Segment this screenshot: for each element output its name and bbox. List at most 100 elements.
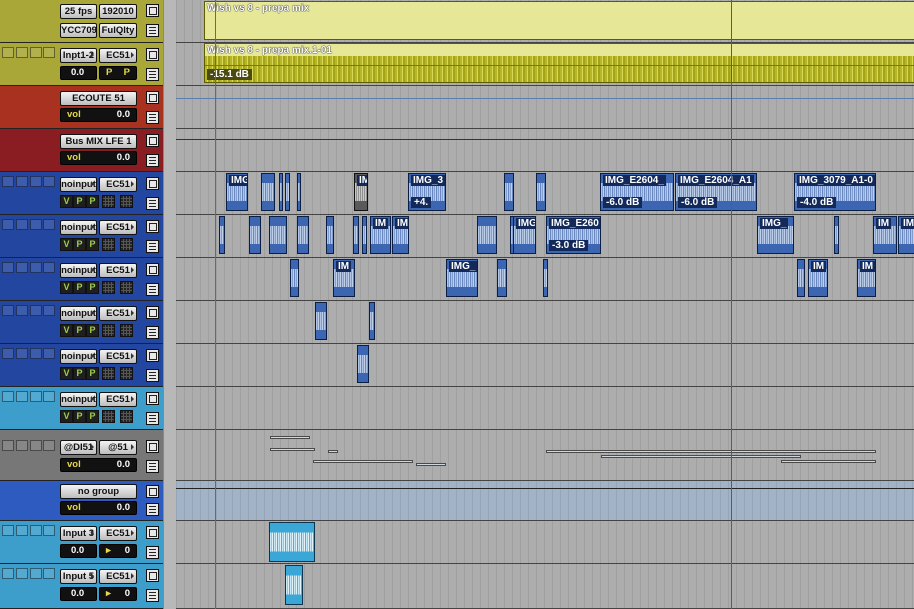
record-icon[interactable] [2, 348, 14, 359]
output-selector[interactable]: EC51 [99, 392, 137, 407]
mute-icon[interactable] [43, 176, 55, 187]
record-icon[interactable] [2, 219, 14, 230]
track-timeline[interactable]: IM IM IMG IMG_E260 -3.0 dB IMG_ IM IM [176, 215, 914, 258]
audio-region[interactable] [362, 216, 367, 254]
audio-region[interactable]: IMG_3 +4. [408, 173, 446, 211]
record-icon[interactable] [2, 391, 14, 402]
voice-button[interactable]: V [60, 324, 73, 337]
audio-region[interactable]: IMG [226, 173, 248, 211]
automation-segment[interactable] [328, 450, 338, 453]
solo-icon[interactable] [30, 391, 42, 402]
automation-segment[interactable] [601, 455, 801, 458]
audio-region[interactable]: IMG_E2604_ -6.0 dB [600, 173, 674, 211]
track-list-icon[interactable] [146, 154, 159, 167]
track-timeline[interactable] [176, 387, 914, 430]
group-selector[interactable]: no group [60, 484, 137, 499]
track-list-icon[interactable] [146, 240, 159, 253]
input-selector[interactable]: noinput [60, 349, 97, 364]
audio-region[interactable] [543, 259, 548, 297]
audio-region[interactable] [279, 173, 283, 211]
volume-value[interactable]: 0.0 [60, 544, 97, 558]
audio-region[interactable] [326, 216, 334, 254]
output-selector[interactable]: @51 [99, 440, 137, 455]
audio-region[interactable] [269, 522, 315, 562]
frame-rate-button[interactable]: 25 fps [60, 4, 97, 19]
track-option-icon[interactable] [146, 349, 159, 362]
audio-region[interactable] [315, 302, 327, 340]
input-monitor-icon[interactable] [16, 391, 28, 402]
track-option-icon[interactable] [146, 526, 159, 539]
track-timeline[interactable]: IM IMG_ IM IM [176, 258, 914, 301]
track-option-icon[interactable] [146, 177, 159, 190]
voice-button[interactable]: V [60, 367, 73, 380]
solo-icon[interactable] [30, 525, 42, 536]
grid-icon[interactable] [120, 281, 133, 294]
video-clip[interactable]: Wish vs 8 - prepa mix [204, 1, 914, 40]
solo-icon[interactable] [30, 440, 42, 451]
input-monitor-icon[interactable] [16, 305, 28, 316]
audio-region[interactable] [477, 216, 497, 254]
input-selector[interactable]: noinput [60, 220, 97, 235]
audio-region[interactable]: IM [370, 216, 391, 254]
track-list-icon[interactable] [146, 460, 159, 473]
mute-icon[interactable] [43, 219, 55, 230]
record-icon[interactable] [2, 47, 14, 58]
output-selector[interactable]: EC51 [99, 569, 137, 584]
p1-button[interactable]: P [73, 410, 86, 423]
audio-region[interactable]: IMG_E2604_A1 -6.0 dB [675, 173, 757, 211]
audio-region[interactable] [297, 173, 301, 211]
timecode-button[interactable]: 192010 [99, 4, 137, 19]
track-timeline[interactable] [176, 344, 914, 387]
input-selector[interactable]: noinput [60, 263, 97, 278]
track-list-icon[interactable] [146, 589, 159, 602]
track-name-button[interactable]: Bus MIX LFE 1 [60, 134, 137, 149]
grid-icon[interactable] [120, 410, 133, 423]
volume-display[interactable]: vol 0.0 [60, 151, 137, 165]
audio-region[interactable]: IMG [513, 216, 536, 254]
audio-region[interactable]: IM [808, 259, 828, 297]
track-option-icon[interactable] [146, 485, 159, 498]
audio-region[interactable]: IMG_3079_A1-0 -4.0 dB [794, 173, 876, 211]
playhead-cursor[interactable] [215, 0, 216, 609]
track-timeline[interactable] [176, 430, 914, 481]
volume-display[interactable]: vol 0.0 [60, 501, 137, 515]
p1-button[interactable]: P [73, 195, 86, 208]
voice-button[interactable]: V [60, 195, 73, 208]
track-list-icon[interactable] [146, 197, 159, 210]
volume-value[interactable]: 0.0 [60, 66, 97, 80]
track-option-icon[interactable] [146, 440, 159, 453]
record-icon[interactable] [2, 568, 14, 579]
track-option-icon[interactable] [146, 220, 159, 233]
track-option-icon[interactable] [146, 306, 159, 319]
audio-region[interactable]: IM [857, 259, 876, 297]
input-selector[interactable]: Inpt1-2 [60, 48, 97, 63]
record-icon[interactable] [2, 440, 14, 451]
pan-values[interactable]: P P [99, 66, 137, 80]
p1-button[interactable]: P [73, 367, 86, 380]
automation-segment[interactable] [270, 448, 315, 451]
p2-button[interactable]: P [86, 195, 99, 208]
audio-region[interactable]: IM [354, 173, 368, 211]
p1-button[interactable]: P [73, 324, 86, 337]
audio-region[interactable] [504, 173, 514, 211]
audio-region[interactable]: IMG_ [446, 259, 478, 297]
p1-button[interactable]: P [73, 238, 86, 251]
audio-region[interactable]: IMG_ [757, 216, 794, 254]
track-list-icon[interactable] [146, 503, 159, 516]
grid-icon[interactable] [102, 367, 115, 380]
input-monitor-icon[interactable] [16, 47, 28, 58]
automation-segment[interactable] [416, 463, 446, 466]
audio-region[interactable] [834, 216, 839, 254]
automation-segment[interactable] [781, 460, 876, 463]
track-timeline[interactable] [176, 301, 914, 344]
audio-region[interactable] [497, 259, 507, 297]
track-name-button[interactable]: ECOUTE 51 [60, 91, 137, 106]
output-selector[interactable]: EC51 [99, 220, 137, 235]
output-selector[interactable]: EC51 [99, 48, 137, 63]
grid-icon[interactable] [120, 324, 133, 337]
audio-region[interactable] [369, 302, 375, 340]
mute-icon[interactable] [43, 348, 55, 359]
input-monitor-icon[interactable] [16, 176, 28, 187]
track-timeline[interactable]: Wish vs 8 - prepa mix.1-01 -15.1 dB [176, 43, 914, 86]
voice-button[interactable]: V [60, 281, 73, 294]
